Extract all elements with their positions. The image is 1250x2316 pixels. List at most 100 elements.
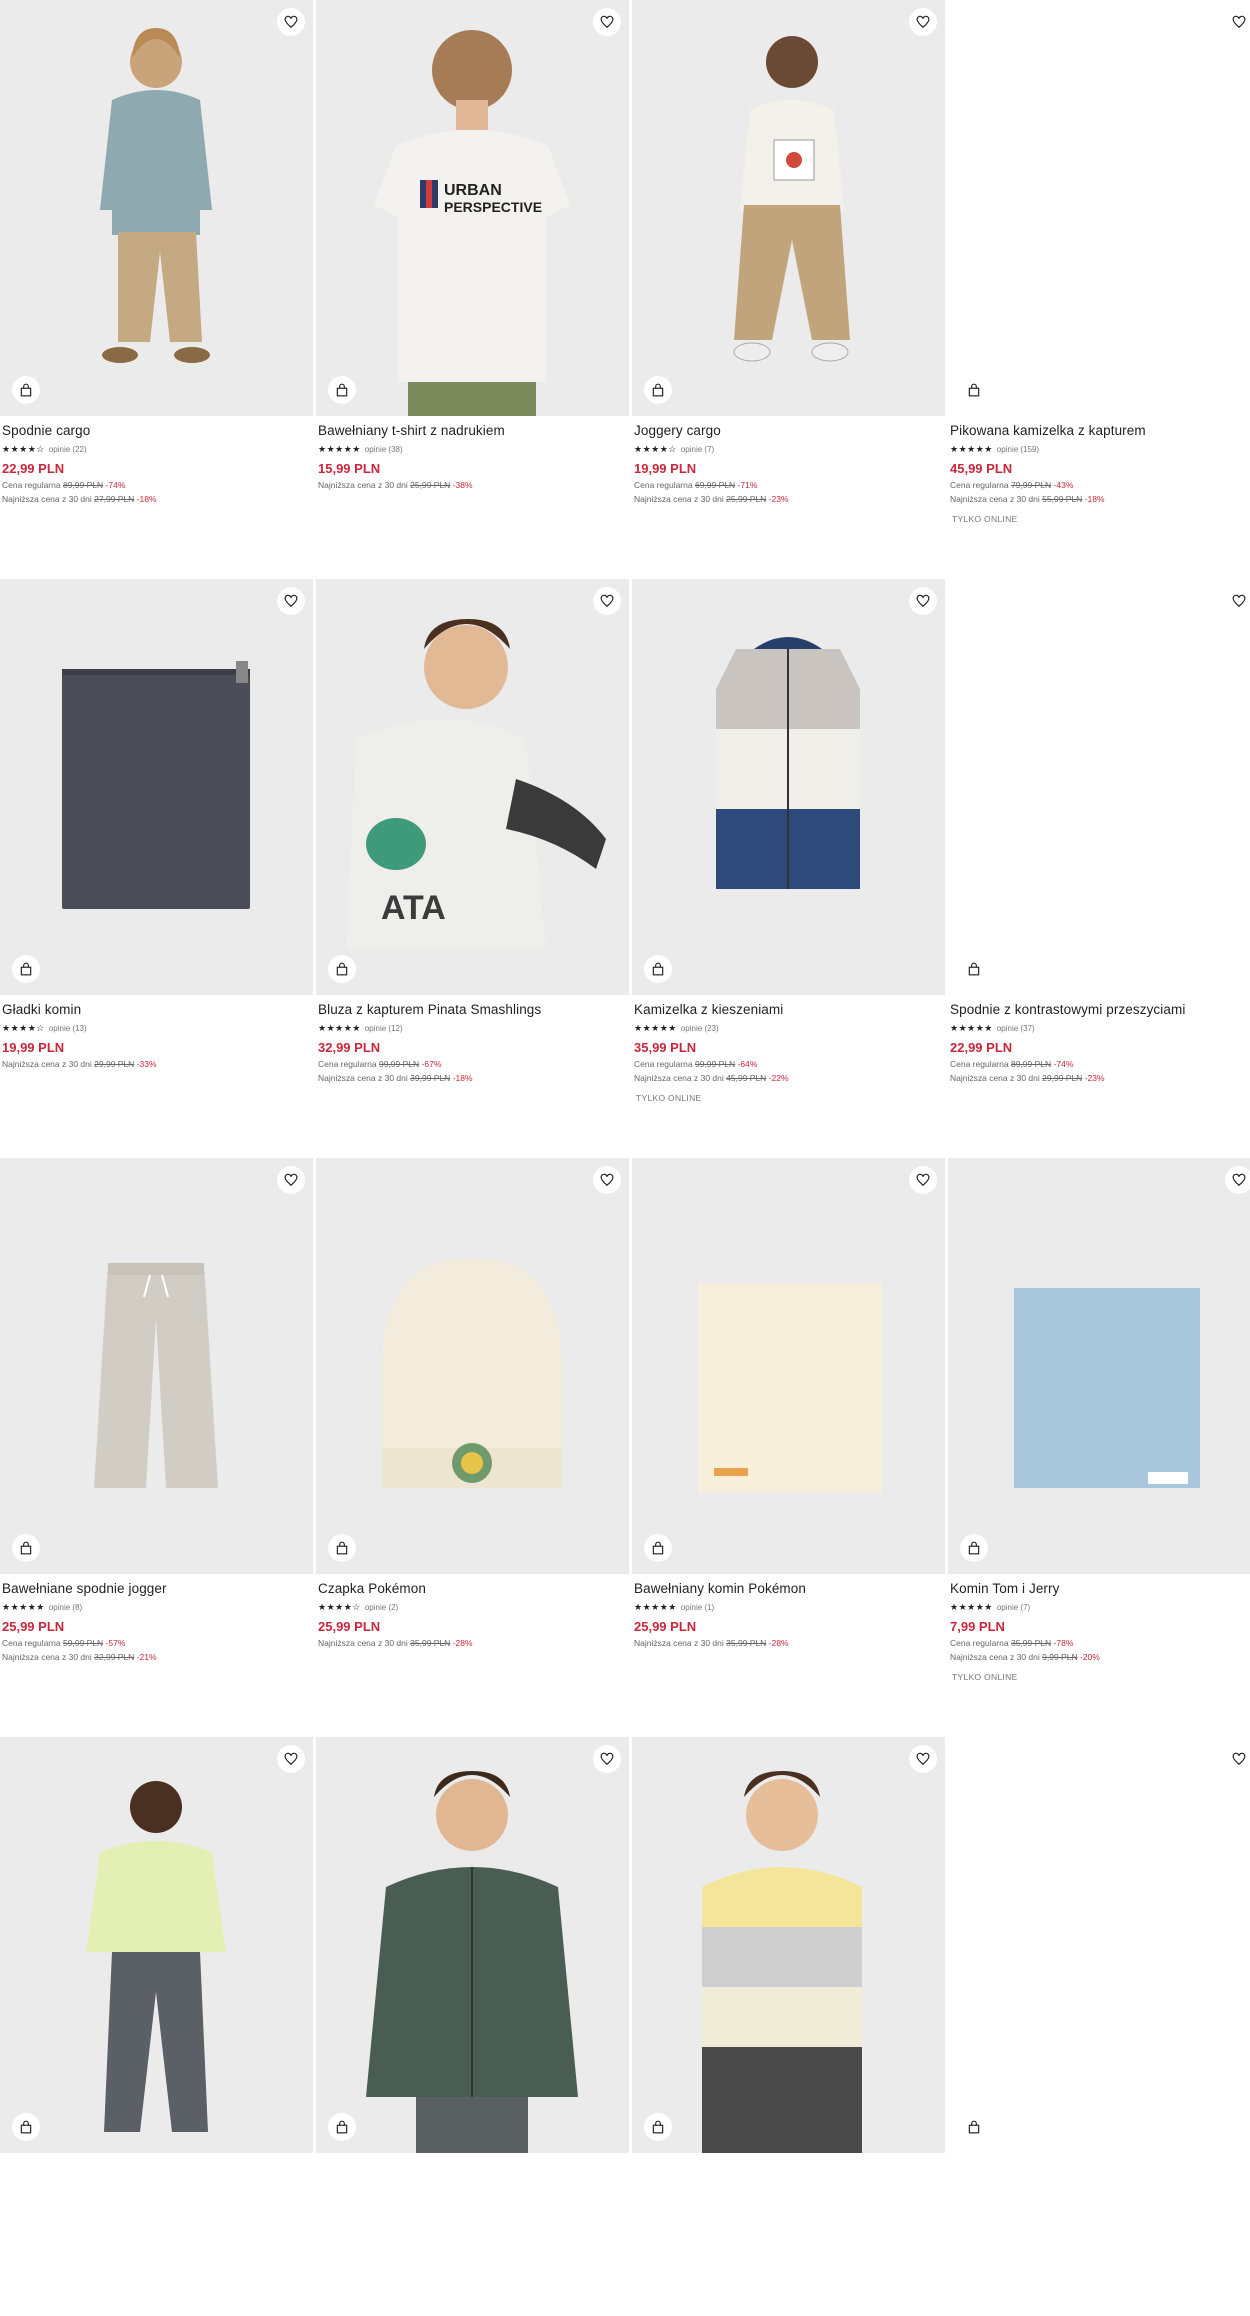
regular-price-label: Cena regularna [634, 1059, 693, 1069]
product-image[interactable]: URBAN PERSPECTIVE [316, 0, 629, 416]
product-rating: ★★★★☆ opinie (7) [634, 442, 944, 456]
heart-icon[interactable] [277, 1745, 305, 1773]
product-card[interactable]: Gładki komin ★★★★☆ opinie (13) 19,99 PLN… [0, 579, 313, 1158]
shopping-bag-icon[interactable] [644, 955, 672, 983]
product-card[interactable]: Czapka Pokémon ★★★★☆ opinie (2) 25,99 PL… [316, 1158, 629, 1737]
product-card[interactable] [632, 1737, 945, 2316]
heart-icon[interactable] [277, 8, 305, 36]
heart-icon[interactable] [593, 8, 621, 36]
shopping-bag-icon[interactable] [12, 2113, 40, 2141]
lowest-price-label: Najniższa cena z 30 dni [2, 494, 92, 504]
shopping-bag-icon[interactable] [12, 376, 40, 404]
regular-discount: -74% [1053, 1059, 1074, 1069]
product-image[interactable] [632, 1737, 945, 2153]
product-image[interactable] [0, 0, 313, 416]
product-image[interactable] [0, 1158, 313, 1574]
shopping-bag-icon[interactable] [328, 1534, 356, 1562]
shopping-bag-icon[interactable] [328, 2113, 356, 2141]
product-card[interactable]: Spodnie z kontrastowymi przeszyciami ★★★… [948, 579, 1250, 1158]
product-name[interactable]: Bawełniane spodnie jogger [2, 1580, 312, 1598]
shopping-bag-icon[interactable] [644, 1534, 672, 1562]
product-rating: ★★★★☆ opinie (2) [318, 1600, 628, 1614]
product-rating: ★★★★★ opinie (7) [950, 1600, 1250, 1614]
shopping-bag-icon[interactable] [960, 955, 988, 983]
shopping-bag-icon[interactable] [644, 376, 672, 404]
product-image[interactable] [0, 1737, 313, 2153]
shopping-bag-icon[interactable] [960, 2113, 988, 2141]
product-name[interactable]: Czapka Pokémon [318, 1580, 628, 1598]
shopping-bag-icon[interactable] [12, 955, 40, 983]
product-card[interactable]: ATA Bluza z kapturem Pinata Smashlings ★… [316, 579, 629, 1158]
rating-stars: ★★★★☆ [2, 443, 45, 454]
heart-icon[interactable] [593, 1745, 621, 1773]
heart-icon[interactable] [277, 1166, 305, 1194]
product-card[interactable]: Spodnie cargo ★★★★☆ opinie (22) 22,99 PL… [0, 0, 313, 579]
product-image[interactable] [316, 1737, 629, 2153]
heart-icon[interactable] [909, 8, 937, 36]
product-image[interactable] [632, 1158, 945, 1574]
regular-price-value: 89,99 PLN [62, 480, 104, 490]
product-image[interactable] [632, 579, 945, 995]
product-image[interactable] [316, 1158, 629, 1574]
heart-icon[interactable] [1225, 587, 1250, 615]
product-name[interactable]: Kamizelka z kieszeniami [634, 1001, 944, 1019]
heart-icon[interactable] [909, 587, 937, 615]
regular-discount: -67% [421, 1059, 442, 1069]
product-card[interactable]: Bawełniane spodnie jogger ★★★★★ opinie (… [0, 1158, 313, 1737]
rating-stars: ★★★★★ [2, 1601, 45, 1612]
heart-icon[interactable] [1225, 1745, 1250, 1773]
product-name[interactable]: Gładki komin [2, 1001, 312, 1019]
shopping-bag-icon[interactable] [960, 376, 988, 404]
product-name[interactable]: Pikowana kamizelka z kapturem [950, 422, 1250, 440]
product-card[interactable]: Bawełniany komin Pokémon ★★★★★ opinie (1… [632, 1158, 945, 1737]
product-image[interactable] [632, 0, 945, 416]
heart-icon[interactable] [909, 1745, 937, 1773]
product-name[interactable]: Bawełniany komin Pokémon [634, 1580, 944, 1598]
lowest-price-label: Najniższa cena z 30 dni [318, 1073, 408, 1083]
product-image[interactable] [948, 1158, 1250, 1574]
product-image[interactable] [948, 579, 1250, 995]
review-count: opinie (1) [680, 1602, 715, 1612]
heart-icon[interactable] [593, 587, 621, 615]
product-image[interactable] [948, 1737, 1250, 2153]
shopping-bag-icon[interactable] [328, 376, 356, 404]
regular-price-line: Cena regularna 89,99 PLN -74% [950, 1057, 1250, 1071]
shopping-bag-icon[interactable] [328, 955, 356, 983]
product-image[interactable] [0, 579, 313, 995]
heart-icon[interactable] [1225, 8, 1250, 36]
product-rating: ★★★★★ opinie (37) [950, 1021, 1250, 1035]
heart-icon[interactable] [593, 1166, 621, 1194]
product-card[interactable] [948, 1737, 1250, 2316]
shopping-bag-icon[interactable] [960, 1534, 988, 1562]
product-card[interactable]: Kamizelka z kieszeniami ★★★★★ opinie (23… [632, 579, 945, 1158]
shopping-bag-icon[interactable] [644, 2113, 672, 2141]
product-card[interactable]: Pikowana kamizelka z kapturem ★★★★★ opin… [948, 0, 1250, 579]
product-name[interactable]: Komin Tom i Jerry [950, 1580, 1250, 1598]
lowest-discount: -23% [768, 494, 789, 504]
product-name[interactable]: Bluza z kapturem Pinata Smashlings [318, 1001, 628, 1019]
product-price: 25,99 PLN [634, 1619, 697, 1634]
rating-stars: ★★★★★ [318, 443, 361, 454]
product-image[interactable]: ATA [316, 579, 629, 995]
regular-price-label: Cena regularna [2, 1638, 61, 1648]
product-name[interactable]: Bawełniany t-shirt z nadrukiem [318, 422, 628, 440]
shopping-bag-icon[interactable] [12, 1534, 40, 1562]
product-name[interactable]: Joggery cargo [634, 422, 944, 440]
lowest-price-label: Najniższa cena z 30 dni [950, 494, 1040, 504]
lowest-price-line: Najniższa cena z 30 dni 29,99 PLN -33% [2, 1057, 312, 1071]
product-card[interactable] [316, 1737, 629, 2316]
product-card[interactable] [0, 1737, 313, 2316]
lowest-price-value: 45,99 PLN [726, 1073, 767, 1083]
product-image[interactable] [948, 0, 1250, 416]
lowest-price-line: Najniższa cena z 30 dni 29,99 PLN -23% [950, 1071, 1250, 1085]
product-info: Bawełniany t-shirt z nadrukiem ★★★★★ opi… [318, 422, 628, 492]
heart-icon[interactable] [277, 587, 305, 615]
product-card[interactable]: URBAN PERSPECTIVE Bawełniany t-shirt z n… [316, 0, 629, 579]
product-name[interactable]: Spodnie z kontrastowymi przeszyciami [950, 1001, 1250, 1019]
product-name[interactable]: Spodnie cargo [2, 422, 312, 440]
product-card[interactable]: Komin Tom i Jerry ★★★★★ opinie (7) 7,99 … [948, 1158, 1250, 1737]
product-card[interactable]: Joggery cargo ★★★★☆ opinie (7) 19,99 PLN… [632, 0, 945, 579]
lowest-price-value: 32,99 PLN [94, 1652, 135, 1662]
heart-icon[interactable] [1225, 1166, 1250, 1194]
heart-icon[interactable] [909, 1166, 937, 1194]
